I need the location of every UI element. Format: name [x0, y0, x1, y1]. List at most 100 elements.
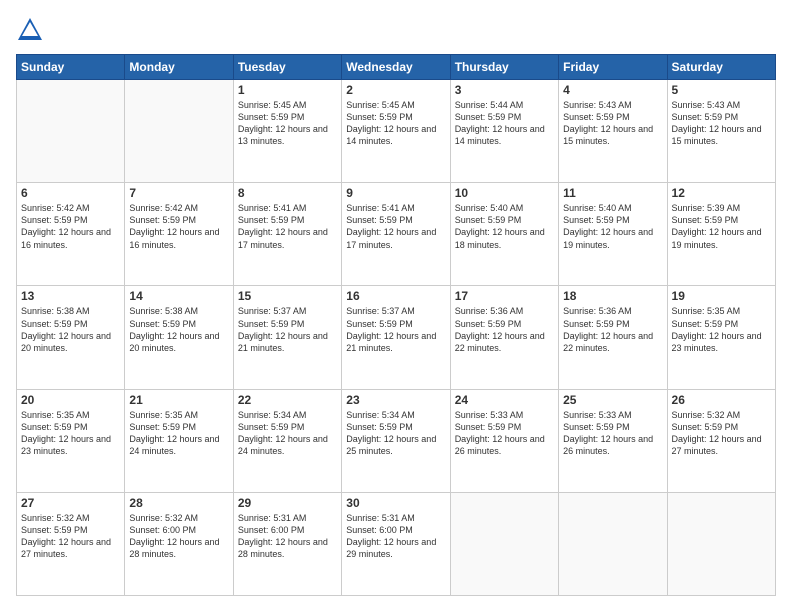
calendar-cell: 25 Sunrise: 5:33 AMSunset: 5:59 PMDayligh…	[559, 389, 667, 492]
day-number: 29	[238, 496, 337, 510]
calendar-cell: 29 Sunrise: 5:31 AMSunset: 6:00 PMDayligh…	[233, 492, 341, 595]
cell-info: Sunrise: 5:31 AMSunset: 6:00 PMDaylight:…	[238, 512, 337, 561]
weekday-header: Wednesday	[342, 55, 450, 80]
cell-info: Sunrise: 5:42 AMSunset: 5:59 PMDaylight:…	[21, 202, 120, 251]
day-number: 17	[455, 289, 554, 303]
cell-info: Sunrise: 5:32 AMSunset: 5:59 PMDaylight:…	[672, 409, 771, 458]
day-number: 10	[455, 186, 554, 200]
cell-info: Sunrise: 5:40 AMSunset: 5:59 PMDaylight:…	[563, 202, 662, 251]
calendar-cell: 20 Sunrise: 5:35 AMSunset: 5:59 PMDayligh…	[17, 389, 125, 492]
calendar-cell: 7Sunrise: 5:42 AMSunset: 5:59 PMDaylight…	[125, 183, 233, 286]
calendar-cell: 22 Sunrise: 5:34 AMSunset: 5:59 PMDayligh…	[233, 389, 341, 492]
calendar-week-row: 20 Sunrise: 5:35 AMSunset: 5:59 PMDayligh…	[17, 389, 776, 492]
day-number: 19	[672, 289, 771, 303]
calendar-cell: 4 Sunrise: 5:43 AMSunset: 5:59 PMDaylight…	[559, 80, 667, 183]
day-number: 1	[238, 83, 337, 97]
day-number: 5	[672, 83, 771, 97]
weekday-header: Monday	[125, 55, 233, 80]
calendar-cell: 13 Sunrise: 5:38 AMSunset: 5:59 PMDayligh…	[17, 286, 125, 389]
cell-info: Sunrise: 5:33 AMSunset: 5:59 PMDaylight:…	[563, 409, 662, 458]
day-number: 22	[238, 393, 337, 407]
calendar-cell	[125, 80, 233, 183]
weekday-header: Thursday	[450, 55, 558, 80]
calendar-cell: 2 Sunrise: 5:45 AMSunset: 5:59 PMDaylight…	[342, 80, 450, 183]
cell-info: Sunrise: 5:35 AMSunset: 5:59 PMDaylight:…	[21, 409, 120, 458]
calendar-cell: 30Sunrise: 5:31 AMSunset: 6:00 PMDayligh…	[342, 492, 450, 595]
cell-info: Sunrise: 5:41 AMSunset: 5:59 PMDaylight:…	[238, 202, 337, 251]
calendar: SundayMondayTuesdayWednesdayThursdayFrid…	[16, 54, 776, 596]
calendar-cell: 18 Sunrise: 5:36 AMSunset: 5:59 PMDayligh…	[559, 286, 667, 389]
calendar-week-row: 6 Sunrise: 5:42 AMSunset: 5:59 PMDaylight…	[17, 183, 776, 286]
weekday-header: Friday	[559, 55, 667, 80]
day-number: 24	[455, 393, 554, 407]
logo	[16, 16, 48, 44]
calendar-week-row: 27 Sunrise: 5:32 AMSunset: 5:59 PMDayligh…	[17, 492, 776, 595]
cell-info: Sunrise: 5:35 AMSunset: 5:59 PMDaylight:…	[129, 409, 228, 458]
day-number: 9	[346, 186, 445, 200]
day-number: 26	[672, 393, 771, 407]
day-number: 25	[563, 393, 662, 407]
cell-info: Sunrise: 5:34 AMSunset: 5:59 PMDaylight:…	[346, 409, 445, 458]
day-number: 3	[455, 83, 554, 97]
cell-info: Sunrise: 5:37 AMSunset: 5:59 PMDaylight:…	[238, 305, 337, 354]
calendar-cell: 10 Sunrise: 5:40 AMSunset: 5:59 PMDayligh…	[450, 183, 558, 286]
weekday-header: Tuesday	[233, 55, 341, 80]
calendar-cell: 28 Sunrise: 5:32 AMSunset: 6:00 PMDayligh…	[125, 492, 233, 595]
cell-info: Sunrise: 5:44 AMSunset: 5:59 PMDaylight:…	[455, 99, 554, 148]
cell-info: Sunrise: 5:36 AMSunset: 5:59 PMDaylight:…	[563, 305, 662, 354]
calendar-cell: 27 Sunrise: 5:32 AMSunset: 5:59 PMDayligh…	[17, 492, 125, 595]
cell-info: Sunrise: 5:40 AMSunset: 5:59 PMDaylight:…	[455, 202, 554, 251]
cell-info: Sunrise: 5:34 AMSunset: 5:59 PMDaylight:…	[238, 409, 337, 458]
day-number: 23	[346, 393, 445, 407]
day-number: 28	[129, 496, 228, 510]
calendar-cell	[559, 492, 667, 595]
cell-info: Sunrise: 5:43 AMSunset: 5:59 PMDaylight:…	[563, 99, 662, 148]
calendar-cell: 15 Sunrise: 5:37 AMSunset: 5:59 PMDayligh…	[233, 286, 341, 389]
day-number: 4	[563, 83, 662, 97]
calendar-cell: 16 Sunrise: 5:37 AMSunset: 5:59 PMDayligh…	[342, 286, 450, 389]
day-number: 2	[346, 83, 445, 97]
calendar-week-row: 13 Sunrise: 5:38 AMSunset: 5:59 PMDayligh…	[17, 286, 776, 389]
day-number: 12	[672, 186, 771, 200]
cell-info: Sunrise: 5:45 AMSunset: 5:59 PMDaylight:…	[238, 99, 337, 148]
calendar-cell	[667, 492, 775, 595]
calendar-cell	[17, 80, 125, 183]
cell-info: Sunrise: 5:41 AMSunset: 5:59 PMDaylight:…	[346, 202, 445, 251]
day-number: 18	[563, 289, 662, 303]
day-number: 6	[21, 186, 120, 200]
cell-info: Sunrise: 5:38 AMSunset: 5:59 PMDaylight:…	[21, 305, 120, 354]
calendar-cell: 3 Sunrise: 5:44 AMSunset: 5:59 PMDaylight…	[450, 80, 558, 183]
cell-info: Sunrise: 5:32 AMSunset: 5:59 PMDaylight:…	[21, 512, 120, 561]
calendar-cell	[450, 492, 558, 595]
day-number: 30	[346, 496, 445, 510]
cell-info: Sunrise: 5:45 AMSunset: 5:59 PMDaylight:…	[346, 99, 445, 148]
calendar-cell: 9 Sunrise: 5:41 AMSunset: 5:59 PMDaylight…	[342, 183, 450, 286]
day-number: 8	[238, 186, 337, 200]
weekday-header: Sunday	[17, 55, 125, 80]
calendar-cell: 19 Sunrise: 5:35 AMSunset: 5:59 PMDayligh…	[667, 286, 775, 389]
day-number: 13	[21, 289, 120, 303]
cell-info: Sunrise: 5:35 AMSunset: 5:59 PMDaylight:…	[672, 305, 771, 354]
day-number: 16	[346, 289, 445, 303]
cell-info: Sunrise: 5:36 AMSunset: 5:59 PMDaylight:…	[455, 305, 554, 354]
day-number: 21	[129, 393, 228, 407]
page: SundayMondayTuesdayWednesdayThursdayFrid…	[0, 0, 792, 612]
cell-info: Sunrise: 5:38 AMSunset: 5:59 PMDaylight:…	[129, 305, 228, 354]
calendar-cell: 26 Sunrise: 5:32 AMSunset: 5:59 PMDayligh…	[667, 389, 775, 492]
day-number: 11	[563, 186, 662, 200]
calendar-cell: 5 Sunrise: 5:43 AMSunset: 5:59 PMDaylight…	[667, 80, 775, 183]
calendar-cell: 21 Sunrise: 5:35 AMSunset: 5:59 PMDayligh…	[125, 389, 233, 492]
day-number: 7	[129, 186, 228, 200]
day-number: 15	[238, 289, 337, 303]
calendar-cell: 23 Sunrise: 5:34 AMSunset: 5:59 PMDayligh…	[342, 389, 450, 492]
weekday-header-row: SundayMondayTuesdayWednesdayThursdayFrid…	[17, 55, 776, 80]
cell-info: Sunrise: 5:32 AMSunset: 6:00 PMDaylight:…	[129, 512, 228, 561]
calendar-cell: 8 Sunrise: 5:41 AMSunset: 5:59 PMDaylight…	[233, 183, 341, 286]
day-number: 14	[129, 289, 228, 303]
header	[16, 16, 776, 44]
day-number: 20	[21, 393, 120, 407]
cell-info: Sunrise: 5:43 AMSunset: 5:59 PMDaylight:…	[672, 99, 771, 148]
calendar-week-row: 1 Sunrise: 5:45 AMSunset: 5:59 PMDaylight…	[17, 80, 776, 183]
cell-info: Sunrise: 5:37 AMSunset: 5:59 PMDaylight:…	[346, 305, 445, 354]
day-number: 27	[21, 496, 120, 510]
